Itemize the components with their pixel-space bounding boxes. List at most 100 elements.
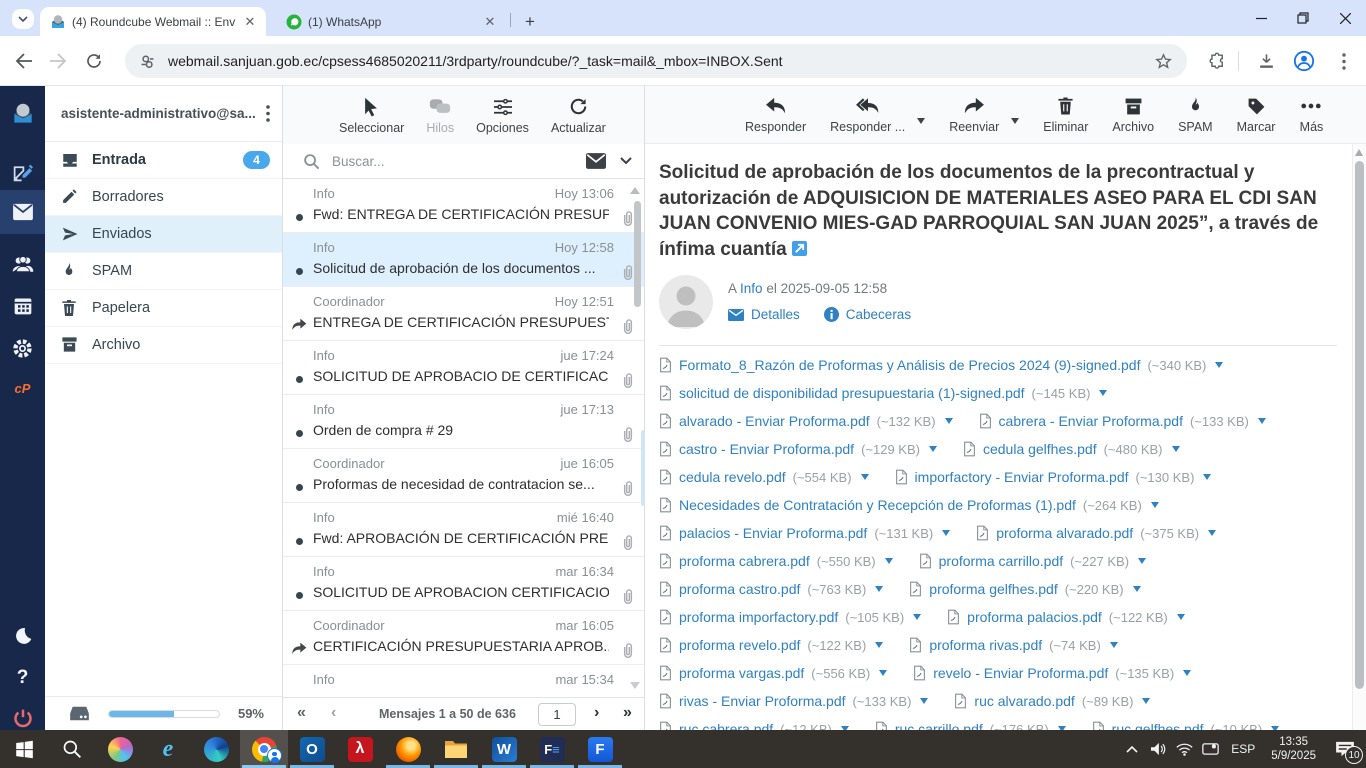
attachment-menu-caret-icon[interactable] xyxy=(1258,418,1266,424)
folder-item-entrada[interactable]: Entrada 4 xyxy=(45,142,282,179)
cpanel-logo-icon[interactable]: cP xyxy=(0,368,45,408)
search-scope-mail-icon[interactable] xyxy=(586,153,606,169)
browser-tab-roundcube[interactable]: (4) Roundcube Webmail :: Envia ✕ xyxy=(40,7,266,36)
search-taskbar-icon[interactable] xyxy=(48,730,96,768)
extensions-puzzle-icon[interactable] xyxy=(1205,49,1229,73)
list-scrollbar-thumb[interactable] xyxy=(634,201,641,307)
fs-app-taskbar-icon[interactable]: F≡ xyxy=(528,730,576,768)
refresh-button[interactable]: Actualizar xyxy=(551,96,606,135)
recipient-link[interactable]: Info xyxy=(740,281,763,296)
attachment-item[interactable]: Necesidades de Contratación y Recepción … xyxy=(659,497,1159,513)
select-button[interactable]: Seleccionar xyxy=(339,96,404,135)
f-app-taskbar-icon[interactable]: F xyxy=(576,730,624,768)
message-list-item[interactable]: Info mar 15:34 xyxy=(283,665,644,697)
attachment-name[interactable]: castro - Enviar Proforma.pdf xyxy=(679,441,854,457)
outlook-taskbar-icon[interactable]: O xyxy=(288,730,336,768)
message-list-item[interactable]: Info Hoy 12:58 Solicitud de aprobación d… xyxy=(283,233,644,287)
attachment-name[interactable]: Formato_8_Razón de Proformas y Análisis … xyxy=(679,357,1140,373)
settings-gear-icon[interactable] xyxy=(0,328,45,368)
attachment-item[interactable]: proforma revelo.pdf (~122 KB) xyxy=(659,637,883,653)
message-list-item[interactable]: Info mié 16:40 Fwd: APROBACIÓN DE CERTIF… xyxy=(283,503,644,557)
message-list-item[interactable]: Coordinador Hoy 12:51 ENTREGA DE CERTIFI… xyxy=(283,287,644,341)
attachment-name[interactable]: alvarado - Enviar Proforma.pdf xyxy=(679,413,870,429)
reply-all-caret-icon[interactable] xyxy=(917,118,925,124)
address-bar[interactable]: webmail.sanjuan.gob.ec/cpsess4685020211/… xyxy=(125,44,1187,78)
attachment-name[interactable]: proforma rivas.pdf xyxy=(929,637,1042,653)
attachment-name[interactable]: proforma castro.pdf xyxy=(679,581,800,597)
folder-item-archivo[interactable]: Archivo xyxy=(45,327,282,364)
copilot-taskbar-icon[interactable] xyxy=(96,730,144,768)
firefox-taskbar-icon[interactable] xyxy=(384,730,432,768)
attachment-item[interactable]: ruc alvarado.pdf (~89 KB) xyxy=(954,693,1150,709)
message-list-item[interactable]: Coordinador jue 16:05 Proformas de neces… xyxy=(283,449,644,503)
attachment-name[interactable]: palacios - Enviar Proforma.pdf xyxy=(679,525,867,541)
forward-button[interactable]: Reenviar xyxy=(949,95,999,134)
edge-taskbar-icon[interactable] xyxy=(192,730,240,768)
help-icon[interactable]: ? xyxy=(0,658,45,698)
headers-link[interactable]: Cabeceras xyxy=(846,307,911,322)
attachment-menu-caret-icon[interactable] xyxy=(861,474,869,480)
start-taskbar-icon[interactable] xyxy=(0,730,48,768)
attachment-name[interactable]: rivas - Enviar Proforma.pdf xyxy=(679,693,846,709)
forward-button[interactable] xyxy=(46,49,70,73)
attachment-item[interactable]: proforma alvarado.pdf (~375 KB) xyxy=(976,525,1216,541)
threads-button[interactable]: Hilos xyxy=(426,96,454,135)
spam-button[interactable]: SPAM xyxy=(1178,95,1213,134)
meet-now-icon[interactable] xyxy=(1197,730,1223,768)
attachment-name[interactable]: proforma gelfhes.pdf xyxy=(929,581,1057,597)
attachment-menu-caret-icon[interactable] xyxy=(1203,474,1211,480)
internet-explorer-taskbar-icon[interactable]: e xyxy=(144,730,192,768)
attachment-item[interactable]: cabrera - Enviar Proforma.pdf (~133 KB) xyxy=(979,413,1266,429)
attachment-item[interactable]: cedula gelfhes.pdf (~480 KB) xyxy=(963,441,1180,457)
list-scroll-down-icon[interactable] xyxy=(630,682,640,689)
attachment-menu-caret-icon[interactable] xyxy=(1183,670,1191,676)
attachment-item[interactable]: revelo - Enviar Proforma.pdf (~135 KB) xyxy=(913,665,1191,681)
attachment-name[interactable]: proforma palacios.pdf xyxy=(967,609,1102,625)
attachment-name[interactable]: ruc alvarado.pdf xyxy=(974,693,1074,709)
attachment-menu-caret-icon[interactable] xyxy=(1215,362,1223,368)
notification-center-button[interactable]: 10 xyxy=(1324,730,1366,768)
attachment-menu-caret-icon[interactable] xyxy=(1208,530,1216,536)
calendar-nav-button[interactable] xyxy=(0,286,45,326)
site-info-icon[interactable] xyxy=(139,53,156,70)
roundcube-logo-icon[interactable] xyxy=(0,94,45,134)
attachment-menu-caret-icon[interactable] xyxy=(885,558,893,564)
attachment-item[interactable]: alvarado - Enviar Proforma.pdf (~132 KB) xyxy=(659,413,953,429)
attachment-item[interactable]: palacios - Enviar Proforma.pdf (~131 KB) xyxy=(659,525,950,541)
message-list-item[interactable]: Info jue 17:13 Orden de compra # 29 xyxy=(283,395,644,449)
attachment-item[interactable]: proforma castro.pdf (~763 KB) xyxy=(659,581,883,597)
attachment-name[interactable]: proforma alvarado.pdf xyxy=(996,525,1133,541)
window-close-button[interactable] xyxy=(1324,0,1366,36)
file-explorer-taskbar-icon[interactable] xyxy=(432,730,480,768)
attachment-item[interactable]: solicitud de disponibilidad presupuestar… xyxy=(659,385,1107,401)
acrobat-taskbar-icon[interactable]: λ xyxy=(336,730,384,768)
attachment-menu-caret-icon[interactable] xyxy=(875,586,883,592)
attachment-name[interactable]: cedula revelo.pdf xyxy=(679,469,786,485)
search-input[interactable] xyxy=(332,154,586,169)
attachment-menu-caret-icon[interactable] xyxy=(929,446,937,452)
bookmark-star-icon[interactable] xyxy=(1154,52,1173,71)
tab-search-chevron-icon[interactable] xyxy=(12,9,34,29)
attachment-item[interactable]: castro - Enviar Proforma.pdf (~129 KB) xyxy=(659,441,937,457)
more-button[interactable]: Más xyxy=(1299,95,1323,134)
attachment-name[interactable]: cabrera - Enviar Proforma.pdf xyxy=(999,413,1183,429)
attachment-menu-caret-icon[interactable] xyxy=(945,418,953,424)
reply-all-button[interactable]: Responder ... xyxy=(830,95,905,134)
message-list-item[interactable]: Info jue 17:24 SOLICITUD DE APROBACIO DE… xyxy=(283,341,644,395)
downloads-icon[interactable] xyxy=(1254,49,1278,73)
chrome-taskbar-icon[interactable] xyxy=(240,730,288,768)
attachment-item[interactable]: Formato_8_Razón de Proformas y Análisis … xyxy=(659,357,1223,373)
compose-button[interactable] xyxy=(0,152,45,192)
tray-chevron-up-icon[interactable] xyxy=(1119,730,1145,768)
folder-item-enviados[interactable]: Enviados xyxy=(45,216,282,253)
message-list-item[interactable]: Info mar 16:34 SOLICITUD DE APROBACION C… xyxy=(283,557,644,611)
tab-close-icon[interactable]: ✕ xyxy=(242,14,258,30)
window-restore-button[interactable] xyxy=(1282,0,1324,36)
attachment-name[interactable]: proforma vargas.pdf xyxy=(679,665,804,681)
reading-scrollbar-thumb[interactable] xyxy=(1355,161,1364,689)
tab-close-icon[interactable]: ✕ xyxy=(482,14,498,30)
attachment-name[interactable]: Necesidades de Contratación y Recepción … xyxy=(679,497,1076,513)
attachment-menu-caret-icon[interactable] xyxy=(942,530,950,536)
attachment-name[interactable]: proforma imporfactory.pdf xyxy=(679,609,838,625)
attachment-menu-caret-icon[interactable] xyxy=(913,614,921,620)
